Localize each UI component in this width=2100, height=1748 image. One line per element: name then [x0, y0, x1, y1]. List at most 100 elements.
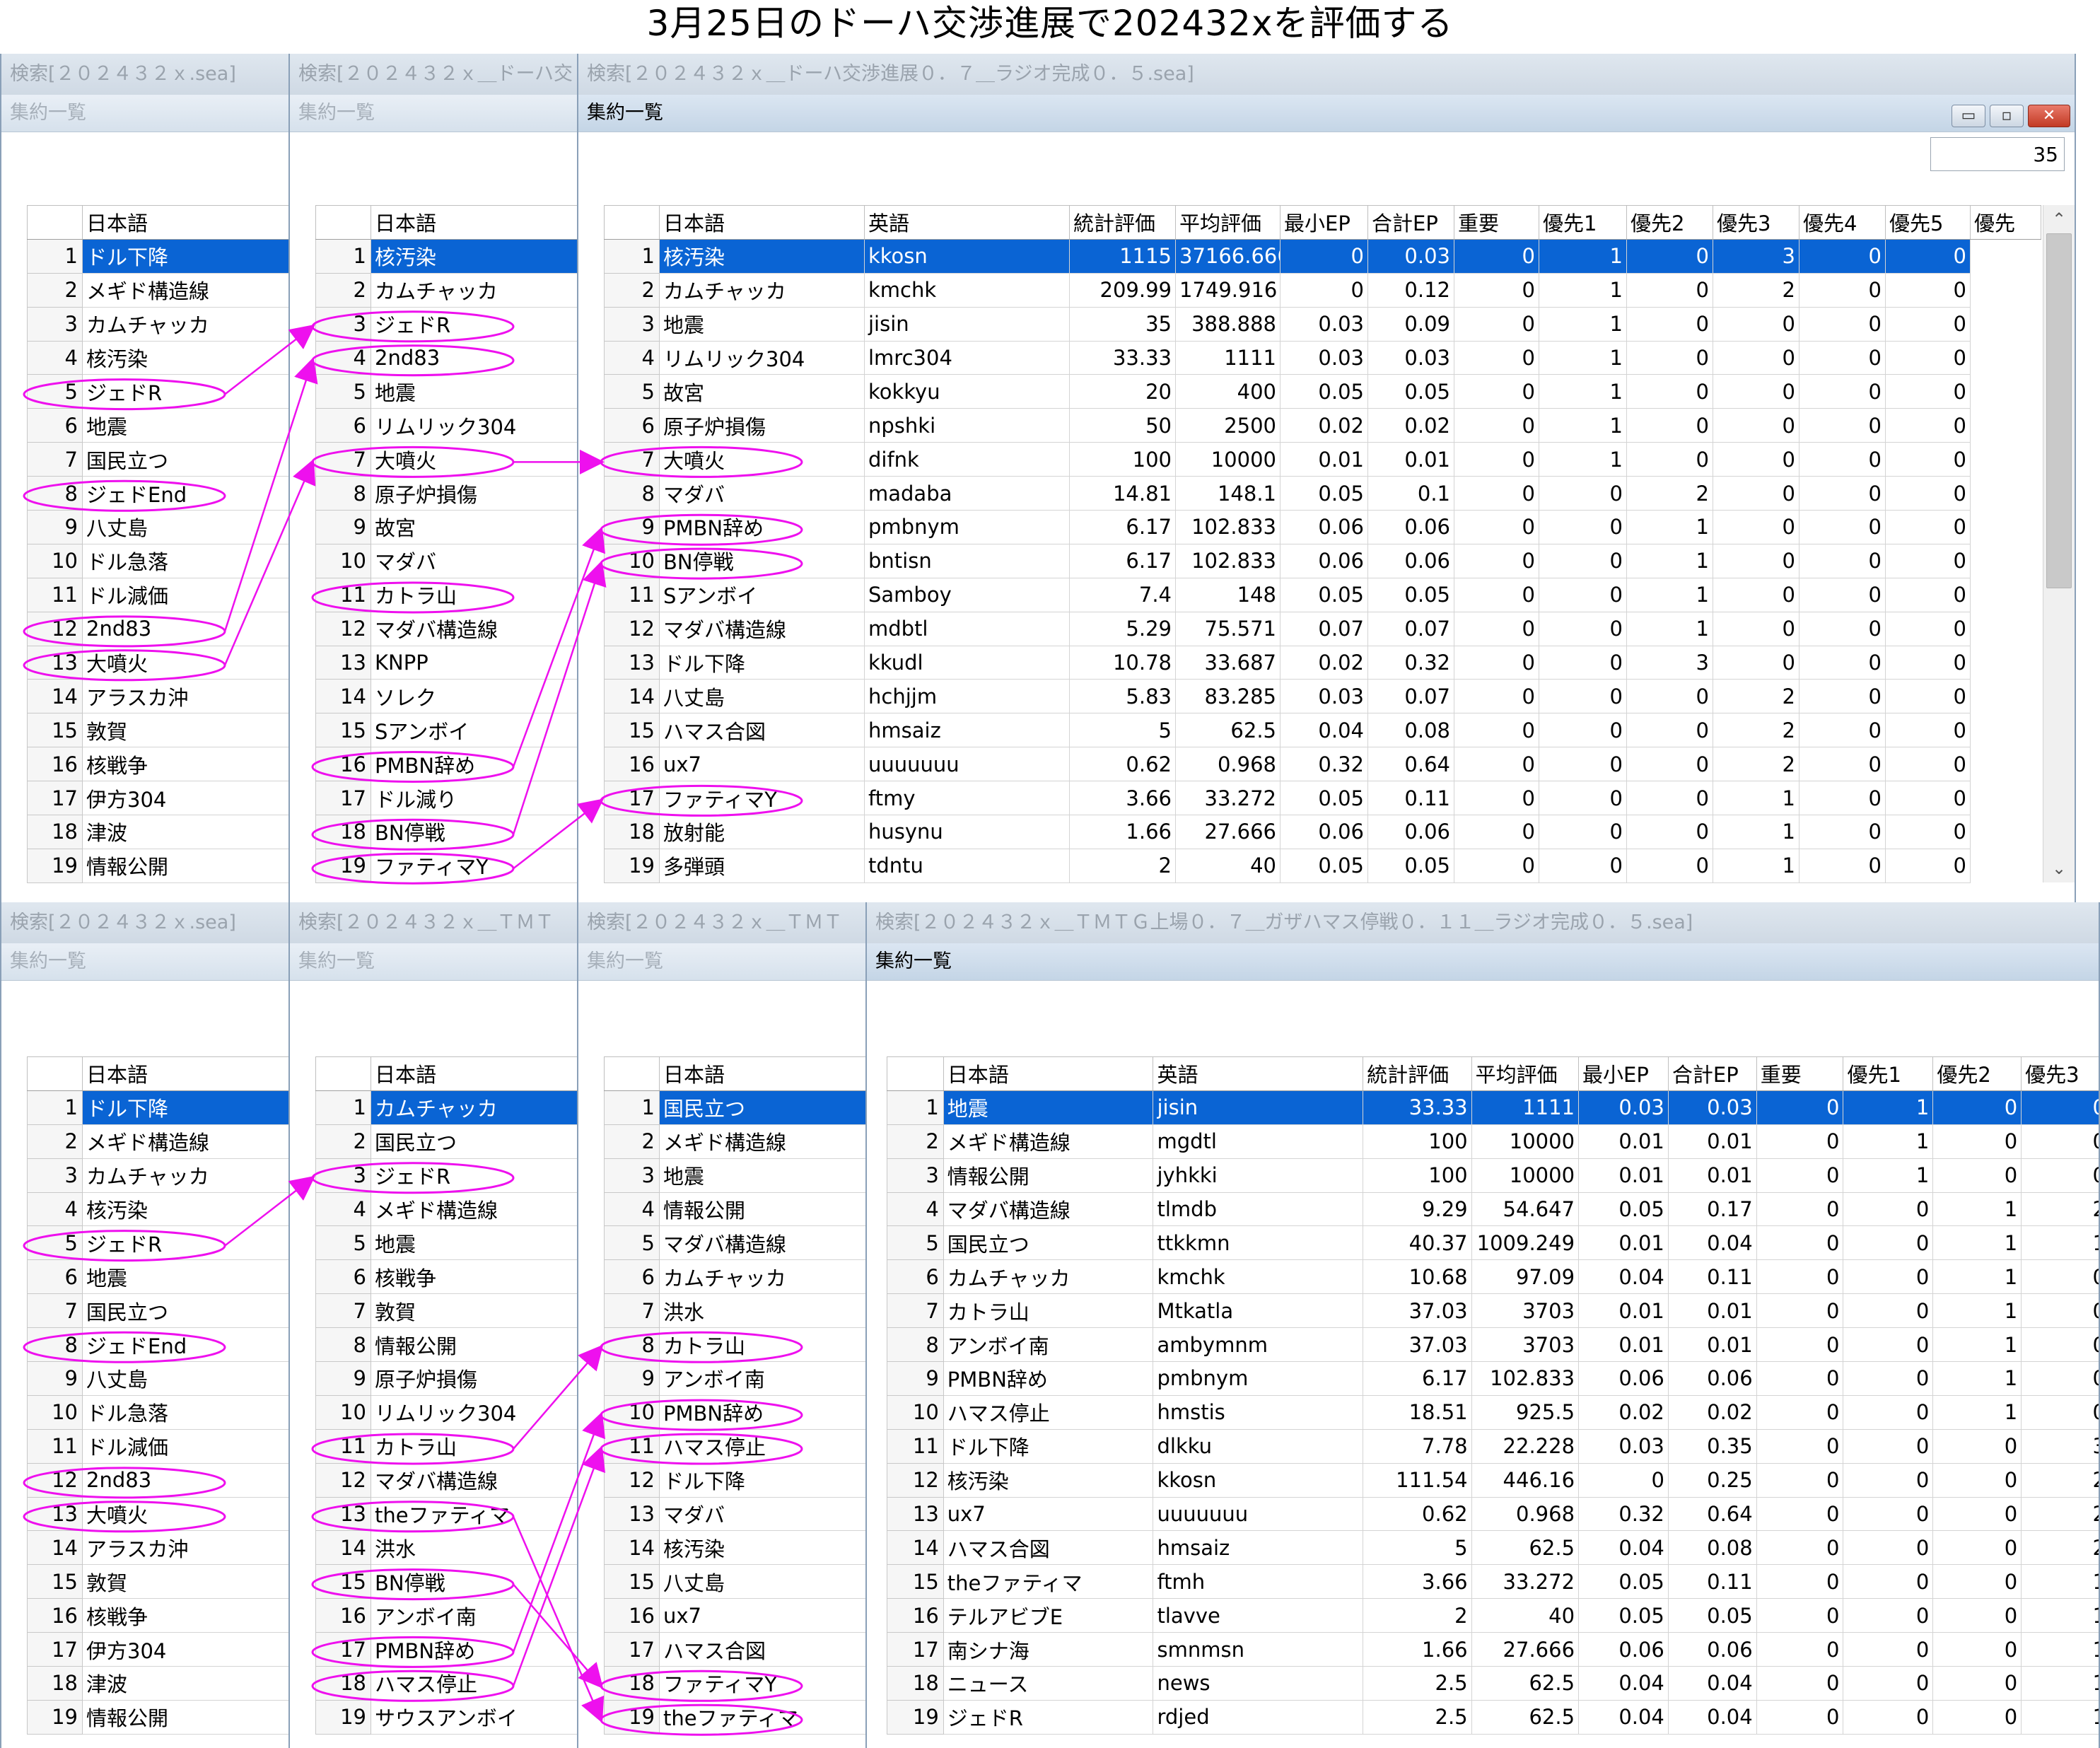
table-row[interactable]: 17南シナ海smnmsn1.6627.6660.060.060001	[887, 1632, 2099, 1667]
column-header-p6_partial[interactable]: 優先	[1970, 205, 2041, 240]
japanese-list[interactable]: 日本語 1 ドル下降 2 メギド構造線 3 カムチャッカ 4 核汚染 5 ジェドR 6 地震 7 国民立つ 8…	[27, 205, 288, 883]
list-item[interactable]: 9 故宮	[315, 510, 577, 544]
table-row[interactable]: 14 八丈島 hchjjm 5.83 83.285 0.03 0.07 0 0 0 2 0 0	[604, 679, 2041, 714]
table-row[interactable]: 11 Sアンボイ Samboy 7.4 148 0.05 0.05 0 0 1 0 0 0	[604, 577, 2041, 612]
list-item[interactable]: 15 八丈島	[604, 1564, 865, 1600]
column-header-english[interactable]: 英語	[1153, 1056, 1364, 1091]
list-item[interactable]: 15 Sアンボイ	[315, 713, 577, 748]
list-item[interactable]: 2 メギド構造線	[27, 1124, 288, 1159]
list-item[interactable]: 1 核汚染	[315, 238, 577, 274]
table-row[interactable]: 3 地震 jisin 35 388.888 0.03 0.09 0 1 0 0 0 0	[604, 306, 2041, 342]
table-row[interactable]: 15 ハマス合図 hmsaiz 5 62.5 0.04 0.08 0 0 0 2 0 0	[604, 713, 2041, 748]
list-item[interactable]: 16 核戦争	[27, 1598, 288, 1633]
table-row[interactable]: 4 リムリック304 lmrc304 33.33 1111 0.03 0.03 0 1 0 0 0 0	[604, 340, 2041, 375]
list-item[interactable]: 7 大噴火	[315, 442, 577, 477]
list-item[interactable]: 19 theファティマ	[604, 1699, 865, 1735]
table-row[interactable]: 18ニュースnews2.562.50.040.040001	[887, 1666, 2099, 1701]
list-item[interactable]: 18 BN停戦	[315, 815, 577, 849]
list-item[interactable]: 18 ファティマY	[604, 1666, 865, 1701]
column-header-rownum[interactable]	[887, 1056, 944, 1091]
list-item[interactable]: 15 BN停戦	[315, 1564, 577, 1600]
column-header-minep[interactable]: 最小EP	[1280, 205, 1368, 240]
list-item[interactable]: 6 地震	[27, 408, 288, 443]
list-item[interactable]: 16 アンボイ南	[315, 1598, 577, 1633]
list-item[interactable]: 12 マダバ構造線	[315, 1462, 577, 1498]
list-item[interactable]: 5 地震	[315, 374, 577, 409]
column-header-p2[interactable]: 優先2	[1626, 205, 1713, 240]
column-header-sumep[interactable]: 合計EP	[1667, 1056, 1757, 1091]
window-search-tmtg-gaza[interactable]: 検索[２０２４３２ｘ＿ＴＭＴＧ上場０．７＿ガザハマス停戦０．１１＿ラジオ完成０．…	[865, 902, 2100, 1748]
table-row[interactable]: 17 ファティマY ftmy 3.66 33.272 0.05 0.11 0 0 0 1 0 0	[604, 781, 2041, 816]
list-item[interactable]: 10 PMBN辞め	[604, 1394, 865, 1430]
list-item[interactable]: 10 ドル急落	[27, 543, 288, 578]
list-item[interactable]: 12 2nd83	[27, 1462, 288, 1498]
list-item[interactable]: 2 メギド構造線	[604, 1124, 865, 1159]
column-header-p3[interactable]: 優先3	[1713, 205, 1799, 240]
table-row[interactable]: 7 大噴火 difnk 100 10000 0.01 0.01 0 1 0 0 0 0	[604, 442, 2041, 477]
column-header-japanese[interactable]: 日本語	[371, 1056, 577, 1091]
list-item[interactable]: 11 カトラ山	[315, 1428, 577, 1464]
column-header-stat[interactable]: 統計評価	[1069, 205, 1176, 240]
list-item[interactable]: 4 情報公開	[604, 1191, 865, 1227]
list-item[interactable]: 19 ファティマY	[315, 848, 577, 883]
list-item[interactable]: 8 ジェドEnd	[27, 476, 288, 511]
list-item[interactable]: 13 マダバ	[604, 1496, 865, 1532]
table-row[interactable]: 8アンボイ南ambymnm37.0337030.010.010010	[887, 1327, 2099, 1363]
list-item[interactable]: 7 国民立つ	[27, 1293, 288, 1329]
list-item[interactable]: 18 ハマス停止	[315, 1666, 577, 1701]
list-item[interactable]: 17 PMBN辞め	[315, 1632, 577, 1667]
list-item[interactable]: 12 2nd83	[27, 611, 288, 646]
evaluation-table[interactable]: 日本語 英語 統計評価 平均評価 最小EP 合計EP 重要 優先1 優先2 優先3 優先4 優先5 優先…	[604, 205, 2041, 883]
table-row[interactable]: 8 マダバ madaba 14.81 148.1 0.05 0.1 0 0 2 0 0 0	[604, 476, 2041, 511]
list-item[interactable]: 12 マダバ構造線	[315, 611, 577, 646]
japanese-list[interactable]: 日本語 1 国民立つ 2 メギド構造線 3 地震 4 情報公開 5 マダバ構造線 6 カムチャッカ 7 洪水…	[604, 1056, 865, 1735]
table-row[interactable]: 10ハマス停止hmstis18.51925.50.020.020010	[887, 1394, 2099, 1430]
column-header-p5[interactable]: 優先5	[1885, 205, 1971, 240]
list-item[interactable]: 11 ハマス停止	[604, 1428, 865, 1464]
table-row[interactable]: 2 カムチャッカ kmchk 209.99 1749.916 0 0.12 0 1 0 2 0 0	[604, 272, 2041, 308]
table-row[interactable]: 4マダバ構造線tlmdb9.2954.6470.050.170012	[887, 1191, 2099, 1227]
list-item[interactable]: 8 原子炉損傷	[315, 476, 577, 511]
maximize-button[interactable]: ▫	[1990, 105, 2024, 127]
list-item[interactable]: 10 マダバ	[315, 543, 577, 578]
list-item[interactable]: 12 ドル下降	[604, 1462, 865, 1498]
table-row[interactable]: 5 故宮 kokkyu 20 400 0.05 0.05 0 1 0 0 0 0	[604, 374, 2041, 409]
column-header-avg[interactable]: 平均評価	[1471, 1056, 1580, 1091]
japanese-list[interactable]: 日本語 1 核汚染 2 カムチャッカ 3 ジェドR 4 2nd83 5 地震 6 リムリック304 7 大噴…	[315, 205, 577, 883]
table-row[interactable]: 19 多弾頭 tdntu 2 40 0.05 0.05 0 0 0 1 0 0	[604, 848, 2041, 883]
list-item[interactable]: 19 情報公開	[27, 1699, 288, 1735]
list-item[interactable]: 5 ジェドR	[27, 1225, 288, 1261]
column-header-p1[interactable]: 優先1	[1843, 1056, 1934, 1091]
table-row[interactable]: 12核汚染kkosn111.54446.1600.250002	[887, 1462, 2099, 1498]
column-header-japanese[interactable]: 日本語	[943, 1056, 1154, 1091]
list-item[interactable]: 4 核汚染	[27, 340, 288, 375]
list-item[interactable]: 3 カムチャッカ	[27, 1158, 288, 1193]
column-header-important[interactable]: 重要	[1756, 1056, 1844, 1091]
list-item[interactable]: 11 ドル減価	[27, 1428, 288, 1464]
window-search-tmt-1[interactable]: 検索[２０２４３２ｘ＿ＴＭＴ 集約一覧 日本語 1 カムチャッカ 2 国民立つ 3 ジェドR…	[288, 902, 578, 1748]
table-row[interactable]: 15theファティマftmh3.6633.2720.050.110001	[887, 1564, 2099, 1600]
scroll-down-icon[interactable]: ⌄	[2043, 854, 2075, 882]
list-item[interactable]: 4 核汚染	[27, 1191, 288, 1227]
list-item[interactable]: 5 ジェドR	[27, 374, 288, 409]
table-row[interactable]: 10 BN停戦 bntisn 6.17 102.833 0.06 0.06 0 0 1 0 0 0	[604, 543, 2041, 578]
list-item[interactable]: 17 伊方304	[27, 1632, 288, 1667]
list-item[interactable]: 5 地震	[315, 1225, 577, 1261]
window-search-base-bottom[interactable]: 検索[２０２４３２ｘ.sea] 集約一覧 日本語 1 ドル下降 2 メギド構造線 3 カムチ…	[0, 902, 290, 1748]
list-item[interactable]: 8 カトラ山	[604, 1327, 865, 1363]
list-item[interactable]: 18 津波	[27, 815, 288, 849]
list-item[interactable]: 1 国民立つ	[604, 1090, 865, 1125]
column-header-p1[interactable]: 優先1	[1539, 205, 1627, 240]
list-item[interactable]: 6 地震	[27, 1259, 288, 1295]
table-row[interactable]: 16テルアビブEtlavve2400.050.050001	[887, 1598, 2099, 1633]
table-row[interactable]: 5国民立つttkkmn40.371009.2490.010.040011	[887, 1225, 2099, 1261]
table-row[interactable]: 7カトラ山Mtkatla37.0337030.010.010010	[887, 1293, 2099, 1329]
window-search-doha-progress[interactable]: 検索[２０２４３２ｘ＿ドーハ交渉進展０．７＿ラジオ完成０．５.sea] 集約一覧…	[577, 54, 2076, 902]
list-item[interactable]: 4 2nd83	[315, 340, 577, 375]
evaluation-table[interactable]: 日本語 英語 統計評価 平均評価 最小EP 合計EP 重要 優先1 優先2 優先3 1 地震 jisin…	[887, 1056, 2099, 1735]
list-item[interactable]: 13 大噴火	[27, 645, 288, 680]
column-header-avg[interactable]: 平均評価	[1175, 205, 1281, 240]
list-item[interactable]: 6 核戦争	[315, 1259, 577, 1295]
column-header-p2[interactable]: 優先2	[1932, 1056, 2022, 1091]
list-item[interactable]: 5 マダバ構造線	[604, 1225, 865, 1261]
